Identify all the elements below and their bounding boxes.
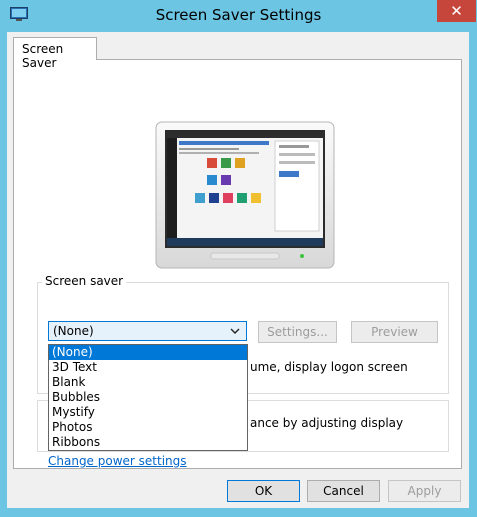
screen-saver-select[interactable]: (None) bbox=[48, 321, 247, 341]
dropdown-option[interactable]: Ribbons bbox=[49, 435, 247, 450]
dropdown-option[interactable]: (None) bbox=[49, 345, 247, 360]
apply-button[interactable]: Apply bbox=[388, 480, 461, 502]
ok-button[interactable]: OK bbox=[227, 480, 300, 502]
tab-panel: Screen saver (None) Settings... Preview … bbox=[13, 59, 462, 469]
dropdown-option[interactable]: 3D Text bbox=[49, 360, 247, 375]
preview-button[interactable]: Preview bbox=[351, 321, 438, 343]
settings-button[interactable]: Settings... bbox=[258, 321, 337, 343]
close-icon: ✕ bbox=[450, 2, 463, 20]
monitor-preview bbox=[155, 121, 335, 269]
cancel-button[interactable]: Cancel bbox=[307, 480, 380, 502]
dropdown-option[interactable]: Bubbles bbox=[49, 390, 247, 405]
title-bar[interactable]: Screen Saver Settings ✕ bbox=[0, 0, 477, 32]
dropdown-option[interactable]: Photos bbox=[49, 420, 247, 435]
close-button[interactable]: ✕ bbox=[437, 0, 476, 22]
chevron-down-icon bbox=[230, 328, 240, 334]
screen-saver-settings-window: Screen Saver Settings ✕ Screen Saver Scr… bbox=[0, 0, 477, 517]
dropdown-option[interactable]: Blank bbox=[49, 375, 247, 390]
dialog-client-area: Screen Saver Screen saver (None) Setting… bbox=[7, 32, 469, 508]
tab-screen-saver[interactable]: Screen Saver bbox=[13, 37, 97, 70]
screen-saver-select-value: (None) bbox=[53, 324, 94, 338]
screen-saver-group-label: Screen saver bbox=[42, 274, 127, 288]
dropdown-option[interactable]: Mystify bbox=[49, 405, 247, 420]
screen-saver-dropdown-list: (None) 3D Text Blank Bubbles Mystify Pho… bbox=[48, 344, 248, 451]
change-power-settings-link[interactable]: Change power settings bbox=[48, 454, 187, 468]
logon-screen-text: ume, display logon screen bbox=[250, 360, 408, 374]
window-title: Screen Saver Settings bbox=[155, 6, 322, 24]
tab-label: Screen Saver bbox=[22, 42, 64, 70]
power-description-text: ance by adjusting display bbox=[250, 416, 404, 430]
